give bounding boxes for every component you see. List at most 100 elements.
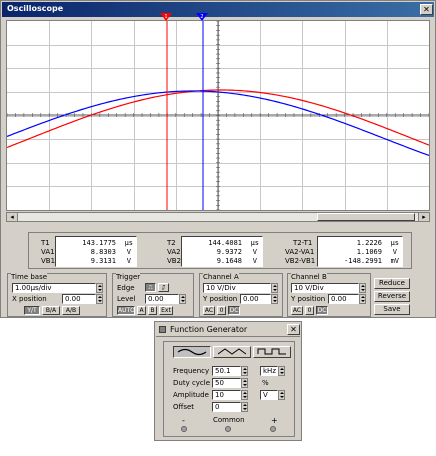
save-button[interactable]: Save: [374, 304, 410, 315]
oscilloscope-window: Oscilloscope ✕ 1 2 ◂ ▸ T1 VA1 VB1 143.17…: [0, 0, 436, 318]
dvb-unit: mV: [390, 257, 399, 265]
channel-a-ypos-field[interactable]: 0.00: [240, 294, 271, 304]
mode-ab-button[interactable]: A/B: [62, 306, 80, 315]
frequency-unit-spinner[interactable]: [278, 366, 285, 376]
channel-b-ac-button[interactable]: AC: [291, 306, 303, 315]
common-terminal-label: Common: [213, 416, 245, 424]
horizontal-scrollbar[interactable]: ◂ ▸: [6, 212, 430, 222]
channel-a-title: Channel A: [203, 273, 239, 281]
timebase-title: Time base: [11, 273, 48, 281]
offset-label: Offset: [173, 403, 195, 411]
channel-b-scale-spinner[interactable]: [359, 283, 366, 293]
dvb-value: -148.2991: [344, 257, 382, 265]
t1-label: T1: [41, 239, 50, 247]
plus-terminal-label: +: [271, 416, 278, 425]
dvb-label: VB2-VB1: [285, 257, 316, 265]
timebase-group: Time base 1.00µs/div X position 0.00 Y/T…: [7, 273, 107, 317]
offset-field[interactable]: 0: [212, 402, 241, 412]
t2-value: 144.4081: [208, 239, 242, 247]
timebase-field[interactable]: 1.00µs/div: [12, 283, 96, 293]
function-generator-window: Function Generator ✕ Frequency 50.1 kHz …: [154, 321, 302, 441]
trigger-auto-button[interactable]: AUTO: [117, 306, 135, 315]
channel-b-ypos-label: Y position: [291, 295, 326, 303]
sine-wave-button[interactable]: [173, 346, 211, 358]
trigger-b-button[interactable]: B: [148, 306, 157, 315]
channel-a-scale-field[interactable]: 10 V/Div: [203, 283, 271, 293]
t2-label: T2: [167, 239, 176, 247]
cursor1-values: 143.1775 µs 8.8303 V 9.3131 V: [55, 236, 137, 267]
reverse-button[interactable]: Reverse: [374, 291, 410, 302]
scroll-right-arrow-icon[interactable]: ▸: [418, 213, 429, 221]
channel-b-title: Channel B: [291, 273, 327, 281]
timebase-xpos-label: X position: [12, 295, 47, 303]
t2-unit: µs: [250, 239, 259, 247]
minus-terminal[interactable]: [181, 426, 187, 432]
cursor-markers: 1 2: [160, 13, 208, 21]
amplitude-label: Amplitude: [173, 391, 209, 399]
channel-b-scale-field[interactable]: 10 V/Div: [291, 283, 359, 293]
level-label: Level: [117, 295, 136, 303]
falling-edge-icon[interactable]: ⎎: [158, 283, 169, 292]
scroll-thumb[interactable]: [317, 213, 415, 221]
scroll-left-arrow-icon[interactable]: ◂: [7, 213, 18, 221]
cursor2-values: 144.4081 µs 9.9372 V 9.1648 V: [181, 236, 263, 267]
trigger-a-button[interactable]: A: [137, 306, 146, 315]
frequency-unit-field[interactable]: kHz: [260, 366, 278, 376]
frequency-spinner[interactable]: [241, 366, 248, 376]
channel-a-ac-button[interactable]: AC: [203, 306, 215, 315]
edge-label: Edge: [117, 284, 135, 292]
channel-a-group: Channel A 10 V/Div Y position 0.00 AC 0 …: [199, 273, 283, 317]
trigger-level-field[interactable]: 0.00: [145, 294, 179, 304]
trigger-level-spinner[interactable]: [179, 294, 186, 304]
dt-value: 1.2226: [356, 239, 382, 247]
dva-label: VA2-VA1: [285, 248, 315, 256]
amplitude-field[interactable]: 10: [212, 390, 241, 400]
reduce-button[interactable]: Reduce: [374, 278, 410, 289]
rising-edge-icon[interactable]: ⎍: [145, 283, 156, 292]
fg-title-bar[interactable]: Function Generator ✕: [156, 323, 300, 337]
channel-b-zero-button[interactable]: 0: [305, 306, 314, 315]
mode-yt-button[interactable]: Y/T: [24, 306, 40, 315]
plus-terminal[interactable]: [270, 426, 276, 432]
amplitude-spinner[interactable]: [241, 390, 248, 400]
timebase-xpos-field[interactable]: 0.00: [62, 294, 96, 304]
trigger-ext-button[interactable]: Ext: [159, 306, 173, 315]
channel-b-group: Channel B 10 V/Div Y position 0.00 AC 0 …: [287, 273, 371, 317]
duty-cycle-field[interactable]: 50: [212, 378, 241, 388]
timebase-spinner[interactable]: [96, 283, 103, 293]
dt-label: T2-T1: [293, 239, 313, 247]
channel-b-ypos-spinner[interactable]: [359, 294, 366, 304]
va2-value: 9.9372: [216, 248, 242, 256]
triangle-wave-button[interactable]: [213, 346, 251, 358]
t1-value: 143.1775: [82, 239, 116, 247]
offset-spinner[interactable]: [241, 402, 248, 412]
fg-close-icon[interactable]: ✕: [287, 324, 300, 335]
vb2-unit: V: [252, 257, 257, 265]
channel-a-dc-button[interactable]: DC: [228, 306, 240, 315]
mode-ba-button[interactable]: B/A: [42, 306, 60, 315]
square-wave-button[interactable]: [253, 346, 291, 358]
cursor-1-number: 1: [164, 14, 167, 20]
common-terminal[interactable]: [225, 426, 231, 432]
duty-cycle-unit: %: [262, 379, 269, 387]
t1-unit: µs: [124, 239, 133, 247]
frequency-label: Frequency: [173, 367, 210, 375]
channel-a-scale-spinner[interactable]: [271, 283, 278, 293]
vb1-unit: V: [126, 257, 131, 265]
channel-b-dc-button[interactable]: DC: [316, 306, 328, 315]
frequency-field[interactable]: 50.1: [212, 366, 241, 376]
measurement-panel: T1 VA1 VB1 143.1775 µs 8.8303 V 9.3131 V T2…: [28, 232, 412, 269]
amplitude-unit-field[interactable]: V: [260, 390, 278, 400]
timebase-xpos-spinner[interactable]: [96, 294, 103, 304]
sine-wave-icon: [177, 348, 207, 356]
vb1-label: VB1: [41, 257, 56, 265]
va1-label: VA1: [41, 248, 55, 256]
trigger-group: Trigger Edge ⎍ ⎎ Level 0.00 AUTO A B Ext: [112, 273, 194, 317]
channel-b-ypos-field[interactable]: 0.00: [328, 294, 359, 304]
channel-a-zero-button[interactable]: 0: [217, 306, 226, 315]
channel-a-ypos-spinner[interactable]: [271, 294, 278, 304]
cursor-2-number: 2: [200, 14, 203, 20]
duty-cycle-spinner[interactable]: [241, 378, 248, 388]
amplitude-unit-spinner[interactable]: [278, 390, 285, 400]
trigger-title: Trigger: [116, 273, 141, 281]
